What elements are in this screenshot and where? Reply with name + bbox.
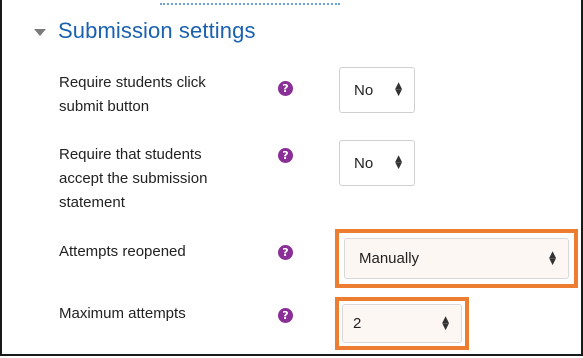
- field-label-attempts-reopened: Attempts reopened: [59, 240, 186, 264]
- label-line: submit button: [59, 98, 150, 115]
- highlight-box: 2 ▲ ▼: [335, 297, 469, 350]
- section-header-toggle[interactable]: Submission settings: [34, 18, 256, 44]
- label-line: accept the submission: [59, 170, 208, 187]
- select-value: 2: [353, 315, 362, 332]
- cut-off-link-edge: [160, 0, 340, 6]
- select-arrows-icon: ▲ ▼: [395, 154, 402, 171]
- select-arrows-icon: ▲ ▼: [395, 81, 402, 98]
- select-arrows-icon: ▲ ▼: [549, 249, 556, 267]
- maximum-attempts-select[interactable]: 2 ▲ ▼: [342, 304, 462, 343]
- field-label-maximum-attempts: Maximum attempts: [59, 302, 186, 326]
- label-line: Attempts reopened: [59, 243, 186, 260]
- help-icon[interactable]: ?: [278, 81, 293, 96]
- help-icon[interactable]: ?: [278, 308, 293, 323]
- field-label-require-submit-button: Require students click submit button: [59, 71, 206, 119]
- select-value: No: [354, 81, 374, 99]
- collapse-caret-icon[interactable]: [34, 28, 46, 36]
- label-line: Require students click: [59, 74, 206, 91]
- label-line: statement: [59, 194, 125, 211]
- select-value: No: [354, 154, 374, 172]
- select-arrows-icon: ▲ ▼: [442, 314, 449, 332]
- field-label-accept-statement: Require that students accept the submiss…: [59, 143, 207, 215]
- section-title: Submission settings: [58, 18, 256, 43]
- accept-statement-select[interactable]: No ▲ ▼: [339, 140, 415, 186]
- help-icon[interactable]: ?: [278, 148, 293, 163]
- label-line: Maximum attempts: [59, 305, 186, 322]
- label-line: Require that students: [59, 146, 202, 163]
- require-submit-button-select[interactable]: No ▲ ▼: [339, 67, 415, 113]
- attempts-reopened-select[interactable]: Manually ▲ ▼: [344, 238, 569, 279]
- highlight-box: Manually ▲ ▼: [335, 229, 578, 288]
- select-value: Manually: [359, 250, 420, 267]
- help-icon[interactable]: ?: [278, 245, 293, 260]
